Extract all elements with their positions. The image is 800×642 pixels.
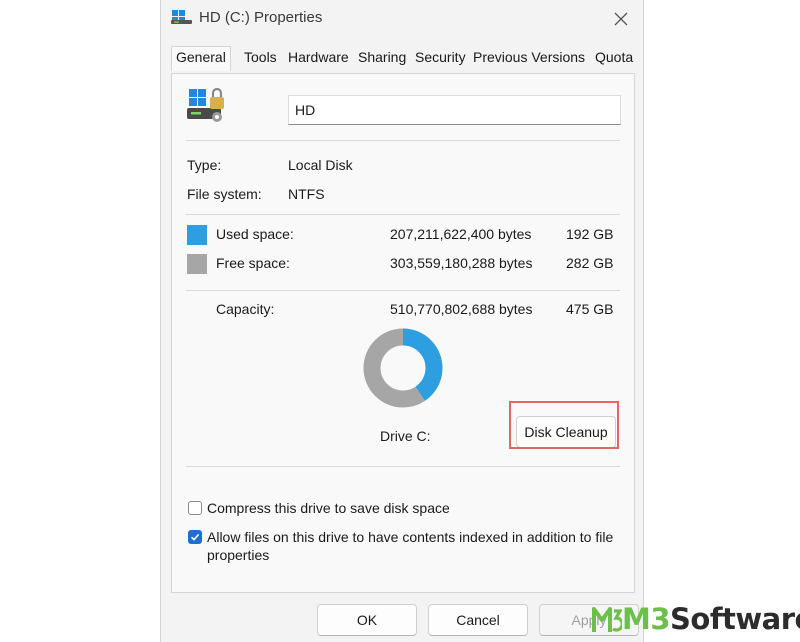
separator (186, 140, 620, 141)
free-space-swatch (187, 254, 207, 274)
drive-icon-small (171, 10, 192, 24)
general-panel: Type: Local Disk File system: NTFS Used … (171, 73, 635, 593)
tab-strip: General Tools Hardware Sharing Security … (171, 46, 633, 72)
index-label-line2: properties (207, 547, 270, 563)
free-space-bytes: 303,559,180,288 bytes (390, 255, 533, 271)
m3-logo-icon (592, 607, 622, 632)
cancel-button[interactable]: Cancel (428, 604, 528, 636)
close-icon[interactable] (609, 7, 633, 31)
free-space-gb: 282 GB (566, 255, 614, 271)
watermark-text: M3Software (622, 602, 800, 636)
tab-previous-versions[interactable]: Previous Versions (473, 49, 585, 65)
capacity-label: Capacity: (216, 301, 275, 317)
compress-checkbox[interactable] (188, 501, 202, 515)
tab-tools[interactable]: Tools (244, 49, 277, 65)
file-system-value: NTFS (288, 186, 325, 202)
drive-name-input[interactable] (288, 95, 621, 125)
hard-drive-icon (187, 87, 224, 122)
separator (186, 290, 620, 291)
tab-sharing[interactable]: Sharing (358, 49, 406, 65)
drive-label: Drive C: (380, 428, 431, 444)
usage-donut-chart (363, 328, 443, 408)
watermark-m3: M3 (622, 602, 671, 636)
index-label-line1: Allow files on this drive to have conten… (207, 529, 614, 545)
used-space-label: Used space: (216, 226, 294, 242)
file-system-label: File system: (187, 186, 262, 202)
properties-dialog: HD (C:) Properties General Tools Hardwar… (160, 0, 644, 642)
tab-quota[interactable]: Quota (595, 49, 633, 65)
m3-software-watermark: M3Software (592, 602, 800, 639)
title-bar: HD (C:) Properties (161, 0, 643, 38)
type-value: Local Disk (288, 157, 353, 173)
tab-general[interactable]: General (171, 46, 231, 71)
compress-label: Compress this drive to save disk space (207, 500, 450, 516)
checkmark-icon (190, 533, 200, 541)
ok-button[interactable]: OK (317, 604, 417, 636)
tab-security[interactable]: Security (415, 49, 466, 65)
capacity-gb: 475 GB (566, 301, 614, 317)
disk-cleanup-button[interactable]: Disk Cleanup (516, 416, 616, 448)
used-space-gb: 192 GB (566, 226, 614, 242)
used-space-swatch (187, 225, 207, 245)
capacity-bytes: 510,770,802,688 bytes (390, 301, 533, 317)
tab-hardware[interactable]: Hardware (288, 49, 349, 65)
index-checkbox[interactable] (188, 530, 202, 544)
type-label: Type: (187, 157, 222, 173)
watermark-software: Software (670, 602, 800, 636)
separator (186, 214, 620, 215)
window-title: HD (C:) Properties (199, 9, 323, 26)
free-space-label: Free space: (216, 255, 290, 271)
separator (186, 466, 620, 467)
used-space-bytes: 207,211,622,400 bytes (390, 226, 532, 242)
